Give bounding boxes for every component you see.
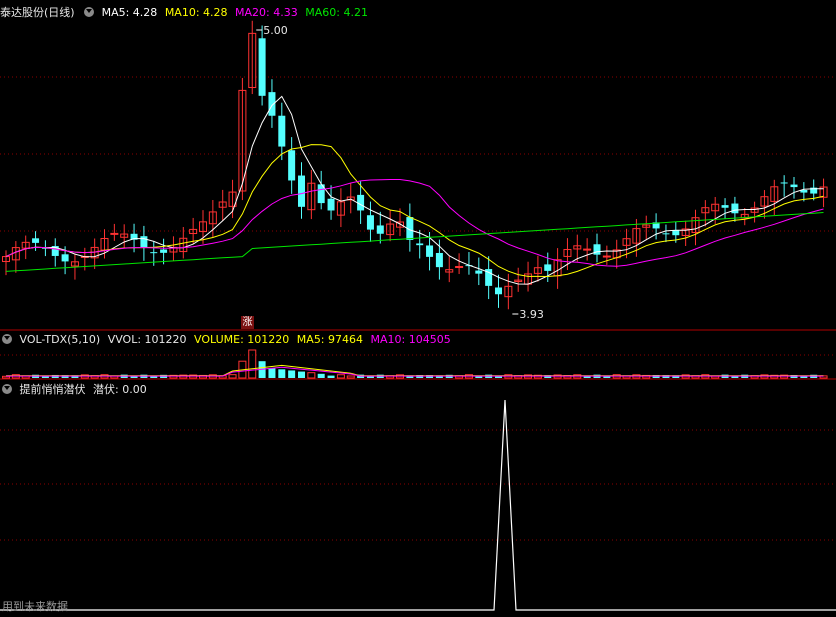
candle-body-down bbox=[662, 233, 670, 235]
candle-body-down bbox=[731, 203, 739, 214]
candle-body-down bbox=[416, 243, 424, 246]
volume-bar-up bbox=[248, 349, 257, 379]
volume-bar-up bbox=[336, 374, 345, 379]
candle-body-down bbox=[475, 270, 483, 274]
candle-body-up bbox=[583, 248, 592, 251]
future-data-note: 用到未来数据 bbox=[2, 600, 68, 613]
candle-body-down bbox=[366, 215, 374, 230]
candle-body-up bbox=[110, 232, 119, 235]
candle-body-up bbox=[455, 266, 464, 269]
ma20-line bbox=[5, 179, 824, 267]
high-price-label: 5.00 bbox=[263, 24, 288, 37]
volume-bar-down bbox=[288, 370, 296, 378]
candle-body-down bbox=[32, 238, 40, 243]
candle-body-down bbox=[544, 264, 552, 271]
candle-body-down bbox=[495, 287, 502, 295]
candle-body-down bbox=[61, 254, 69, 262]
candle-body-down bbox=[268, 92, 276, 116]
candle-body-down bbox=[140, 236, 148, 248]
vol-ma5-line bbox=[6, 364, 824, 377]
ma60-line bbox=[5, 212, 824, 272]
volume-bar-down bbox=[317, 373, 325, 378]
candle-body-down bbox=[160, 249, 168, 253]
volume-bar-down bbox=[298, 371, 305, 378]
ma10-line bbox=[5, 144, 824, 278]
vol-ma10-line bbox=[6, 366, 824, 377]
volume-bar-down bbox=[268, 368, 276, 378]
volume-bar-up bbox=[228, 374, 237, 379]
candle-body-down bbox=[327, 198, 335, 211]
candle-body-down bbox=[376, 225, 384, 234]
volume-bar-up bbox=[307, 372, 316, 379]
candle-body-down bbox=[288, 150, 296, 181]
stock-chart-canvas[interactable]: 5.00 3.93 bbox=[0, 0, 836, 617]
candle-body-down bbox=[672, 230, 680, 236]
candle-body-down bbox=[278, 115, 286, 147]
candle-body-down bbox=[790, 184, 798, 188]
candle-body-down bbox=[780, 182, 788, 184]
candle-body-down bbox=[298, 175, 305, 207]
candle-body-down bbox=[721, 205, 729, 208]
candle-body-down bbox=[258, 38, 266, 96]
volume-bar-up bbox=[346, 375, 355, 379]
candle-body-down bbox=[150, 252, 158, 254]
limit-up-badge: 涨 bbox=[241, 316, 254, 329]
volume-bar-down bbox=[327, 375, 335, 378]
volume-bar-down bbox=[278, 369, 286, 378]
candle-body-down bbox=[426, 245, 434, 257]
ma5-line bbox=[5, 95, 824, 285]
candle-body-down bbox=[435, 252, 443, 268]
low-price-label: 3.93 bbox=[519, 308, 544, 321]
indicator-line bbox=[0, 399, 836, 611]
